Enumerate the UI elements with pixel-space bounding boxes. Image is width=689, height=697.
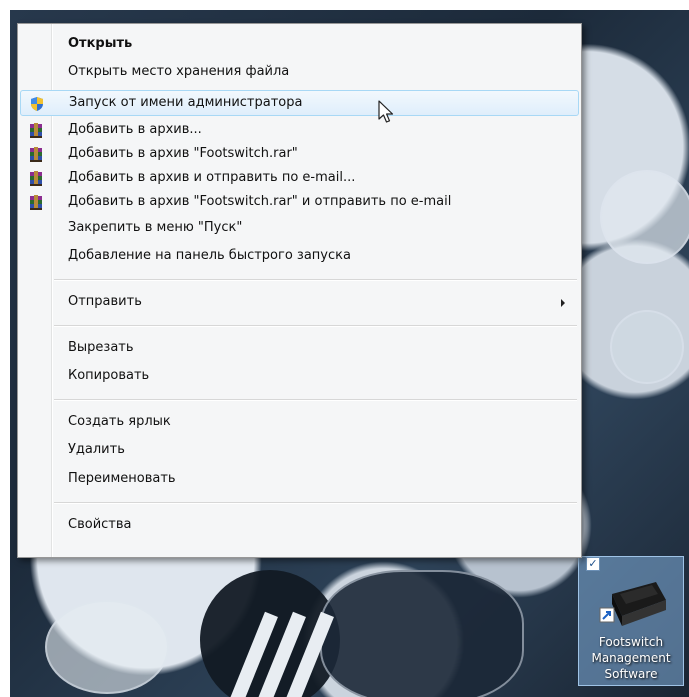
menu-item-add-to-quick-launch[interactable]: Добавление на панель быстрого запуска [20,244,579,270]
menu-item-label: Добавить в архив "Footswitch.rar" [68,146,298,161]
menu-separator [54,502,577,504]
menu-item-add-to-footswitch-rar-and-email[interactable]: Добавить в архив "Footswitch.rar" и отпр… [20,190,579,216]
menu-item-label: Создать ярлык [68,414,171,429]
menu-item-add-to-footswitch-rar[interactable]: Добавить в архив "Footswitch.rar" [20,142,579,168]
mouse-cursor-icon [378,100,394,123]
menu-item-copy[interactable]: Копировать [20,364,579,390]
winrar-icon [30,123,42,138]
menu-item-pin-to-start[interactable]: Закрепить в меню "Пуск" [20,216,579,242]
uac-shield-icon [31,97,43,111]
menu-item-label: Добавление на панель быстрого запуска [68,248,351,263]
selection-checkbox[interactable]: ✓ [586,557,600,571]
wallpaper-flower [45,600,169,694]
menu-item-add-to-archive-and-email[interactable]: Добавить в архив и отправить по e-mail..… [20,166,579,192]
submenu-arrow-icon [561,299,565,307]
menu-item-label: Копировать [68,368,150,383]
menu-item-label: Свойства [68,517,132,532]
shortcut-label-line: Software [604,667,658,681]
menu-item-cut[interactable]: Вырезать [20,336,579,362]
menu-item-delete[interactable]: Удалить [20,438,579,464]
winrar-icon [30,171,42,186]
shortcut-label-line: Footswitch [598,635,664,649]
menu-item-open[interactable]: Открыть [20,32,579,58]
menu-item-label: Добавить в архив... [68,122,202,137]
wallpaper-flower [610,310,684,384]
menu-item-send-to[interactable]: Отправить [20,290,579,316]
footswitch-shortcut-icon [599,582,666,626]
wallpaper-flower [600,170,689,264]
menu-separator [54,325,577,327]
menu-item-label: Вырезать [68,340,134,355]
menu-item-rename[interactable]: Переименовать [20,467,579,493]
menu-item-label: Открыть [68,36,133,51]
menu-separator [54,279,577,281]
menu-item-label: Отправить [68,294,142,309]
menu-item-label: Открыть место хранения файла [68,64,290,79]
menu-separator [54,399,577,401]
menu-item-label: Удалить [68,442,125,457]
menu-item-label: Закрепить в меню "Пуск" [68,220,243,235]
menu-item-label: Переименовать [68,471,176,486]
menu-item-properties[interactable]: Свойства [20,513,579,539]
menu-item-add-to-archive[interactable]: Добавить в архив... [20,118,579,144]
menu-item-label: Добавить в архив "Footswitch.rar" и отпр… [68,194,452,209]
menu-item-create-shortcut[interactable]: Создать ярлык [20,410,579,436]
winrar-icon [30,147,42,162]
desktop-shortcut-label: Footswitch Management Software [578,634,684,682]
menu-item-label: Добавить в архив и отправить по e-mail..… [68,170,356,185]
shortcut-label-line: Management [591,651,671,665]
winrar-icon [30,195,42,210]
menu-item-run-as-admin[interactable]: Запуск от имени администратора [20,90,579,116]
menu-item-label: Запуск от имени администратора [69,95,303,110]
context-menu: Открыть Открыть место хранения файла Зап… [17,23,582,558]
menu-item-open-file-location[interactable]: Открыть место хранения файла [20,60,579,86]
wallpaper-flower [320,570,524,697]
